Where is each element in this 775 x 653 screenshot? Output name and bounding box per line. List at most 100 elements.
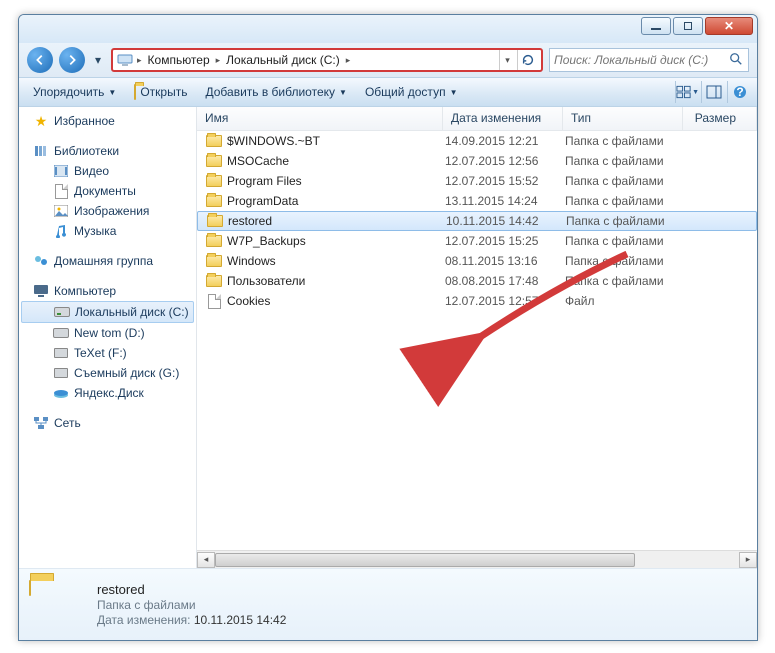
- item-date: 14.09.2015 12:21: [445, 134, 565, 148]
- view-options-button[interactable]: ▼: [675, 81, 699, 103]
- minimize-button[interactable]: [641, 17, 671, 35]
- item-name: MSOCache: [227, 154, 445, 168]
- search-box[interactable]: [549, 48, 749, 72]
- item-date: 12.07.2015 15:25: [445, 234, 565, 248]
- item-type: Папка с файлами: [565, 234, 705, 248]
- image-icon: [53, 203, 69, 219]
- tree-drive-g[interactable]: Съемный диск (G:): [19, 363, 196, 383]
- tree-drive-f[interactable]: TeXet (F:): [19, 343, 196, 363]
- tree-label: Локальный диск (C:): [75, 305, 189, 319]
- refresh-button[interactable]: [517, 50, 537, 70]
- back-button[interactable]: [27, 47, 53, 73]
- horizontal-scrollbar[interactable]: ◂ ▸: [197, 550, 757, 568]
- folder-icon: [205, 235, 223, 247]
- details-type: Папка с файлами: [97, 598, 286, 612]
- list-item[interactable]: Windows08.11.2015 13:16Папка с файлами: [197, 251, 757, 271]
- column-date[interactable]: Дата изменения: [443, 107, 563, 130]
- list-item[interactable]: Пользователи08.08.2015 17:48Папка с файл…: [197, 271, 757, 291]
- tree-lib-images[interactable]: Изображения: [19, 201, 196, 221]
- tree-label: Видео: [74, 164, 109, 178]
- titlebar: ✕: [19, 15, 757, 43]
- column-size[interactable]: Размер: [683, 107, 757, 130]
- tree-label: Избранное: [54, 114, 115, 128]
- share-button[interactable]: Общий доступ ▼: [357, 82, 466, 102]
- item-name: W7P_Backups: [227, 234, 445, 248]
- tree-computer[interactable]: Компьютер: [19, 281, 196, 301]
- video-icon: [53, 163, 69, 179]
- file-list: Имя Дата изменения Тип Размер $WINDOWS.~…: [197, 107, 757, 568]
- navigation-tree[interactable]: ★ Избранное Библиотеки Видео Документы Из…: [19, 107, 197, 568]
- preview-pane-button[interactable]: [701, 81, 725, 103]
- scroll-track[interactable]: [215, 552, 739, 568]
- nav-row: ▾ ▸ Компьютер ▸ Локальный диск (C:) ▸ ▾: [19, 43, 757, 77]
- yandex-disk-icon: [53, 385, 69, 401]
- maximize-button[interactable]: [673, 17, 703, 35]
- folder-icon: [205, 175, 223, 187]
- drive-icon: [54, 304, 70, 320]
- tree-drive-d[interactable]: New tom (D:): [19, 323, 196, 343]
- details-icon: [29, 581, 85, 629]
- list-item[interactable]: Cookies12.07.2015 12:57Файл: [197, 291, 757, 311]
- close-button[interactable]: ✕: [705, 17, 753, 35]
- details-date-value: 10.11.2015 14:42: [194, 613, 287, 627]
- breadcrumb-segment[interactable]: Локальный диск (C:): [220, 53, 346, 67]
- history-dropdown[interactable]: ▾: [91, 53, 105, 67]
- tree-favorites[interactable]: ★ Избранное: [19, 111, 196, 131]
- list-item[interactable]: MSOCache12.07.2015 12:56Папка с файлами: [197, 151, 757, 171]
- item-name: Windows: [227, 254, 445, 268]
- tree-lib-documents[interactable]: Документы: [19, 181, 196, 201]
- tree-drive-c[interactable]: Локальный диск (C:): [21, 301, 194, 323]
- network-icon: [33, 415, 49, 431]
- item-name: Пользователи: [227, 274, 445, 288]
- scroll-left-button[interactable]: ◂: [197, 552, 215, 568]
- star-icon: ★: [33, 113, 49, 129]
- tree-yandex-disk[interactable]: Яндекс.Диск: [19, 383, 196, 403]
- folder-icon: [205, 195, 223, 207]
- tree-label: New tom (D:): [74, 326, 145, 340]
- address-dropdown[interactable]: ▾: [499, 50, 515, 70]
- tree-homegroup[interactable]: Домашняя группа: [19, 251, 196, 271]
- tree-libraries[interactable]: Библиотеки: [19, 141, 196, 161]
- column-name[interactable]: Имя: [197, 107, 443, 130]
- homegroup-icon: [33, 253, 49, 269]
- svg-text:?: ?: [736, 85, 743, 99]
- help-button[interactable]: ?: [727, 81, 751, 103]
- computer-icon: [33, 283, 49, 299]
- item-name: $WINDOWS.~BT: [227, 134, 445, 148]
- item-date: 12.07.2015 15:52: [445, 174, 565, 188]
- item-date: 08.08.2015 17:48: [445, 274, 565, 288]
- address-bar[interactable]: ▸ Компьютер ▸ Локальный диск (C:) ▸ ▾: [111, 48, 543, 72]
- list-item[interactable]: $WINDOWS.~BT14.09.2015 12:21Папка с файл…: [197, 131, 757, 151]
- breadcrumb-segment[interactable]: Компьютер: [142, 53, 216, 67]
- document-icon: [53, 183, 69, 199]
- details-date-label: Дата изменения:: [97, 613, 191, 627]
- search-input[interactable]: [554, 53, 729, 67]
- organize-button[interactable]: Упорядочить ▼: [25, 82, 124, 102]
- breadcrumb-sep-icon: ▸: [346, 55, 351, 66]
- list-item[interactable]: ProgramData13.11.2015 14:24Папка с файла…: [197, 191, 757, 211]
- tree-lib-video[interactable]: Видео: [19, 161, 196, 181]
- add-to-library-button[interactable]: Добавить в библиотеку ▼: [197, 82, 354, 102]
- open-button[interactable]: Открыть: [126, 82, 195, 102]
- list-item[interactable]: Program Files12.07.2015 15:52Папка с фай…: [197, 171, 757, 191]
- item-type: Файл: [565, 294, 705, 308]
- scroll-right-button[interactable]: ▸: [739, 552, 757, 568]
- item-name: ProgramData: [227, 194, 445, 208]
- scroll-thumb[interactable]: [215, 553, 635, 567]
- item-type: Папка с файлами: [565, 254, 705, 268]
- forward-button[interactable]: [59, 47, 85, 73]
- tree-lib-music[interactable]: Музыка: [19, 221, 196, 241]
- list-item[interactable]: restored10.11.2015 14:42Папка с файлами: [197, 211, 757, 231]
- tree-network[interactable]: Сеть: [19, 413, 196, 433]
- computer-icon: [117, 52, 133, 68]
- explorer-window: ✕ ▾ ▸ Компьютер ▸ Локальный диск (C:) ▸ …: [18, 14, 758, 641]
- music-icon: [53, 223, 69, 239]
- item-type: Папка с файлами: [565, 274, 705, 288]
- list-item[interactable]: W7P_Backups12.07.2015 15:25Папка с файла…: [197, 231, 757, 251]
- body: ★ Избранное Библиотеки Видео Документы Из…: [19, 107, 757, 568]
- item-name: Program Files: [227, 174, 445, 188]
- libraries-icon: [33, 143, 49, 159]
- item-date: 10.11.2015 14:42: [446, 214, 566, 228]
- column-type[interactable]: Тип: [563, 107, 683, 130]
- tree-label: Съемный диск (G:): [74, 366, 179, 380]
